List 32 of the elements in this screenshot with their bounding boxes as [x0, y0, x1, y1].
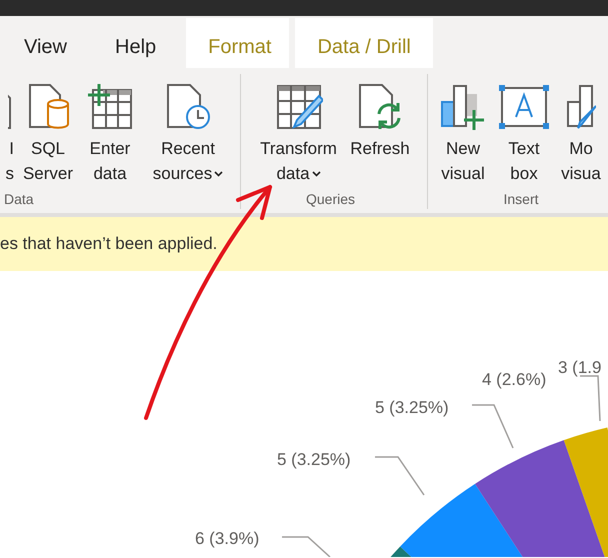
- ribbon-button[interactable]: Enter data: [82, 74, 138, 191]
- leader-line: [580, 375, 601, 422]
- group-label: Insert: [502, 191, 540, 209]
- data-label: 3 (1.9: [558, 358, 602, 377]
- ribbon-button[interactable]: I s: [0, 74, 14, 191]
- text-box-icon: [499, 85, 549, 129]
- leader-line: [282, 536, 330, 557]
- document-refresh-icon: [357, 84, 403, 130]
- ribbon-tab[interactable]: View: [0, 18, 91, 68]
- table-pencil-icon: [274, 84, 322, 130]
- leader-line: [375, 456, 425, 496]
- bar-chart-pencil-icon: [566, 84, 596, 130]
- leader-line: [472, 404, 514, 448]
- group-label: Queries: [304, 191, 356, 209]
- ribbon-button[interactable]: New visual: [434, 74, 492, 191]
- ribbon-button[interactable]: Text box: [496, 74, 552, 191]
- table-plus-icon: [87, 84, 133, 130]
- notification-text: es that haven’t been applied.: [0, 234, 218, 254]
- data-label: 5 (3.25%): [277, 450, 351, 469]
- ribbon-button[interactable]: Recent sources: [142, 74, 234, 191]
- ribbon-tab[interactable]: Help: [91, 18, 180, 68]
- group-label: Data: [3, 191, 35, 209]
- data-label: 4 (2.6%): [482, 370, 546, 389]
- document-clock-icon: [165, 84, 211, 130]
- data-label: 5 (3.25%): [375, 398, 449, 417]
- database-icon: [26, 84, 70, 130]
- ribbon-button[interactable]: Refresh: [350, 74, 410, 191]
- ribbon-button[interactable]: Transform data: [251, 74, 346, 191]
- data-label: 6 (3.9%): [195, 529, 260, 548]
- ribbon-button[interactable]: Mo visua: [556, 74, 606, 191]
- bar-chart-plus-icon: [440, 84, 486, 130]
- ribbon-button[interactable]: SQL Server: [18, 74, 78, 191]
